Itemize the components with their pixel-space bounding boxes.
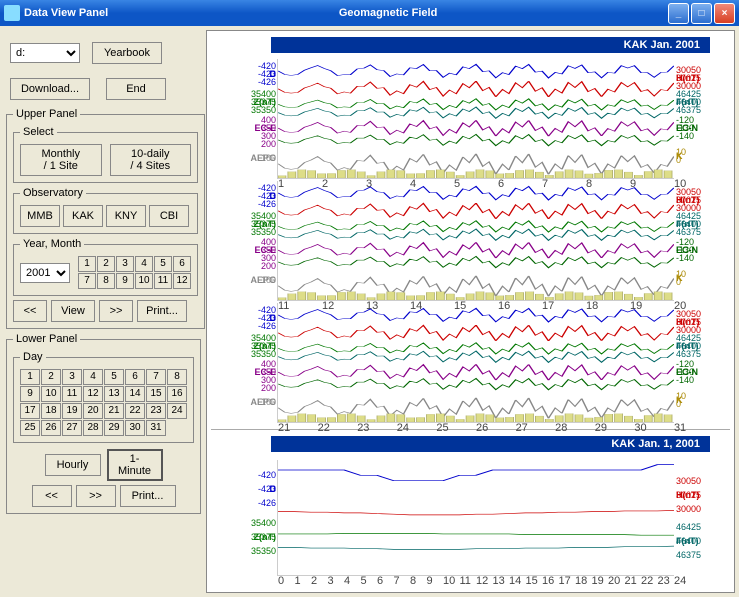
day-cell-19[interactable]: 19	[62, 403, 82, 419]
app-icon	[4, 5, 20, 21]
drive-select[interactable]: d:	[10, 43, 80, 63]
day-cell-26[interactable]: 26	[41, 420, 61, 436]
obs-kak[interactable]: KAK	[63, 205, 103, 227]
maximize-button[interactable]: □	[691, 3, 712, 24]
month-cell-9[interactable]: 9	[116, 273, 134, 289]
day-cell-4[interactable]: 4	[83, 369, 103, 385]
download-button[interactable]: Download...	[10, 78, 90, 100]
chart-strip-2: -420-423-426D354003537535350Z(nT)4003503…	[277, 181, 674, 301]
left-panel: d: Yearbook Download... End Upper Panel …	[0, 26, 206, 597]
day-cell-30[interactable]: 30	[125, 420, 145, 436]
day-cell-18[interactable]: 18	[41, 403, 61, 419]
day-cell-10[interactable]: 10	[41, 386, 61, 402]
lower-panel-group: Lower Panel Day 123456789101112131415161…	[6, 333, 201, 514]
minimize-button[interactable]: _	[668, 3, 689, 24]
end-button[interactable]: End	[106, 78, 166, 100]
upper-panel-legend: Upper Panel	[13, 108, 80, 120]
lower-prev-button[interactable]: <<	[32, 485, 72, 507]
day-cell-31[interactable]: 31	[146, 420, 166, 436]
day-cell-12[interactable]: 12	[83, 386, 103, 402]
month-cell-5[interactable]: 5	[154, 256, 172, 272]
select-group: Select Monthly / 1 Site 10-daily / 4 Sit…	[13, 126, 198, 183]
day-cell-14[interactable]: 14	[125, 386, 145, 402]
chart-header-daily: KAK Jan. 1, 2001	[271, 436, 710, 452]
upper-prev-button[interactable]: <<	[13, 300, 47, 322]
chart-header-monthly: KAK Jan. 2001	[271, 37, 710, 53]
day-cell-13[interactable]: 13	[104, 386, 124, 402]
upper-next-button[interactable]: >>	[99, 300, 133, 322]
day-cell-24[interactable]: 24	[167, 403, 187, 419]
lower-next-button[interactable]: >>	[76, 485, 116, 507]
upper-panel-group: Upper Panel Select Monthly / 1 Site 10-d…	[6, 108, 205, 329]
chart-strip-3: -420-423-426D354003537535350Z(nT)4003503…	[277, 303, 674, 423]
obs-cbi[interactable]: CBI	[149, 205, 189, 227]
day-cell-27[interactable]: 27	[62, 420, 82, 436]
day-cell-21[interactable]: 21	[104, 403, 124, 419]
month-cell-6[interactable]: 6	[173, 256, 191, 272]
day-cell-23[interactable]: 23	[146, 403, 166, 419]
window-title: Geomagnetic Field	[108, 7, 668, 19]
minute-button[interactable]: 1-Minute	[107, 449, 163, 481]
month-cell-7[interactable]: 7	[78, 273, 96, 289]
year-month-group: Year, Month 2001 123456789101112	[13, 238, 198, 296]
upper-print-button[interactable]: Print...	[137, 300, 187, 322]
month-cell-12[interactable]: 12	[173, 273, 191, 289]
day-cell-1[interactable]: 1	[20, 369, 40, 385]
month-grid: 123456789101112	[78, 256, 191, 289]
day-cell-15[interactable]: 15	[146, 386, 166, 402]
day-cell-6[interactable]: 6	[125, 369, 145, 385]
day-cell-16[interactable]: 16	[167, 386, 187, 402]
obs-kny[interactable]: KNY	[106, 205, 146, 227]
month-cell-4[interactable]: 4	[135, 256, 153, 272]
tendaily-button[interactable]: 10-daily / 4 Sites	[110, 144, 192, 176]
monthly-button[interactable]: Monthly / 1 Site	[20, 144, 102, 176]
chart-daily: -420-423-426D354003537535350Z(nT)3005030…	[277, 460, 674, 576]
hourly-button[interactable]: Hourly	[45, 454, 101, 476]
month-cell-2[interactable]: 2	[97, 256, 115, 272]
day-cell-17[interactable]: 17	[20, 403, 40, 419]
month-cell-1[interactable]: 1	[78, 256, 96, 272]
day-cell-8[interactable]: 8	[167, 369, 187, 385]
day-cell-7[interactable]: 7	[146, 369, 166, 385]
month-cell-11[interactable]: 11	[154, 273, 172, 289]
yearbook-button[interactable]: Yearbook	[92, 42, 162, 64]
day-cell-28[interactable]: 28	[83, 420, 103, 436]
day-cell-25[interactable]: 25	[20, 420, 40, 436]
app-title: Data View Panel	[24, 7, 108, 19]
year-select[interactable]: 2001	[20, 263, 70, 283]
titlebar: Data View Panel Geomagnetic Field _ □ ×	[0, 0, 739, 26]
observatory-group: Observatory MMB KAK KNY CBI	[13, 187, 198, 234]
month-cell-8[interactable]: 8	[97, 273, 115, 289]
day-cell-22[interactable]: 22	[125, 403, 145, 419]
day-cell-29[interactable]: 29	[104, 420, 124, 436]
month-cell-3[interactable]: 3	[116, 256, 134, 272]
day-cell-3[interactable]: 3	[62, 369, 82, 385]
month-cell-10[interactable]: 10	[135, 273, 153, 289]
close-button[interactable]: ×	[714, 3, 735, 24]
day-cell-20[interactable]: 20	[83, 403, 103, 419]
lower-print-button[interactable]: Print...	[120, 485, 176, 507]
obs-mmb[interactable]: MMB	[20, 205, 60, 227]
day-cell-5[interactable]: 5	[104, 369, 124, 385]
chart-area: KAK Jan. 2001 -420-423-426D3540035375353…	[206, 30, 735, 593]
day-cell-2[interactable]: 2	[41, 369, 61, 385]
upper-view-button[interactable]: View	[51, 300, 95, 322]
day-cell-11[interactable]: 11	[62, 386, 82, 402]
day-grid: 1234567891011121314151617181920212223242…	[20, 369, 187, 436]
day-cell-9[interactable]: 9	[20, 386, 40, 402]
chart-strip-1: -420-423-426D354003537535350Z(nT)4003503…	[277, 59, 674, 179]
day-group: Day 123456789101112131415161718192021222…	[13, 351, 194, 443]
